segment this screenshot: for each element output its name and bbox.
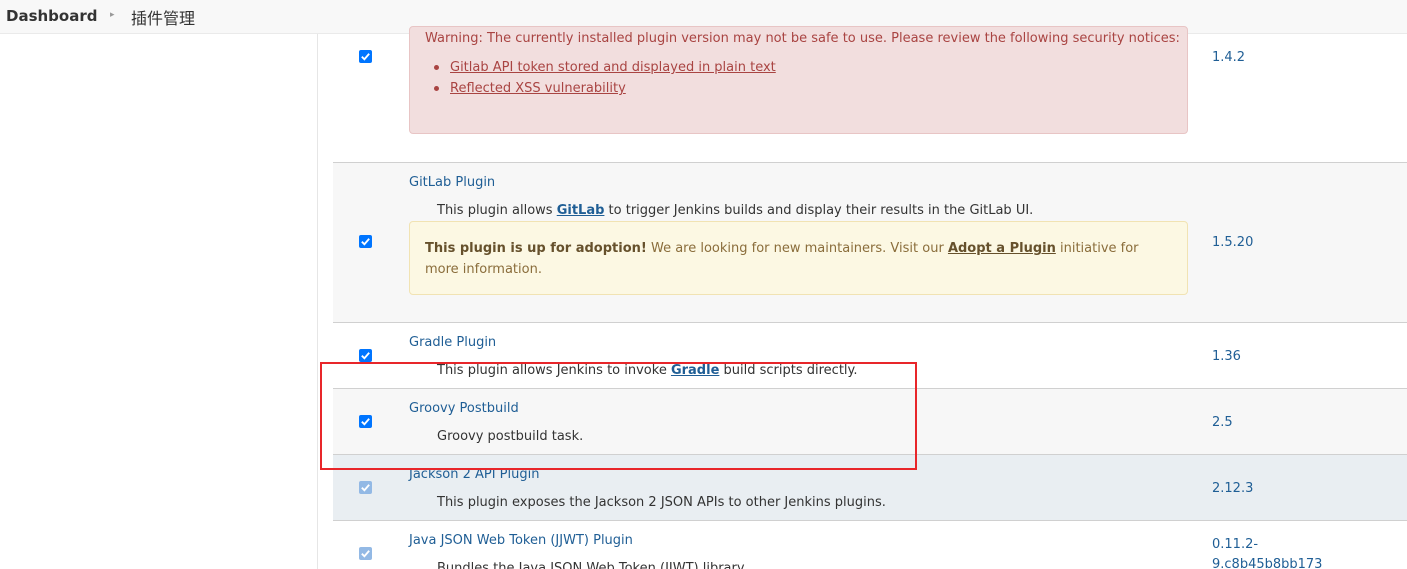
plugin-row: Warning: The currently installed plugin …: [333, 26, 1407, 163]
plugin-checkbox[interactable]: [359, 481, 372, 494]
plugin-description: Groovy postbuild task.: [437, 429, 584, 444]
breadcrumb-separator-icon: ▸: [110, 10, 115, 20]
breadcrumb-current-page: 插件管理: [131, 9, 196, 28]
adoption-alert: This plugin is up for adoption! We are l…: [409, 221, 1188, 295]
gitlab-link[interactable]: GitLab: [557, 203, 605, 218]
security-warning-alert: Warning: The currently installed plugin …: [409, 26, 1188, 134]
plugin-checkbox[interactable]: [359, 235, 372, 248]
list-item: Reflected XSS vulnerability: [434, 78, 776, 99]
security-notice-link[interactable]: Gitlab API token stored and displayed in…: [450, 60, 776, 75]
description-text: This plugin allows: [437, 203, 557, 218]
breadcrumb-dashboard-link[interactable]: Dashboard: [6, 7, 97, 25]
plugin-checkbox[interactable]: [359, 349, 372, 362]
security-notice-link[interactable]: Reflected XSS vulnerability: [450, 81, 626, 96]
plugin-description: This plugin allows Jenkins to invoke Gra…: [437, 363, 858, 378]
plugin-name-link[interactable]: Java JSON Web Token (JJWT) Plugin: [409, 533, 633, 548]
plugin-checkbox[interactable]: [359, 547, 372, 560]
plugin-version: 2.12.3: [1212, 481, 1254, 496]
plugin-description: This plugin exposes the Jackson 2 JSON A…: [437, 495, 886, 510]
plugin-name-link[interactable]: Jackson 2 API Plugin: [409, 467, 539, 482]
plugin-row: Gradle Plugin This plugin allows Jenkins…: [333, 322, 1407, 389]
plugin-checkbox[interactable]: [359, 50, 372, 63]
plugin-description: This plugin allows GitLab to trigger Jen…: [437, 203, 1033, 218]
plugin-name-link[interactable]: Gradle Plugin: [409, 335, 496, 350]
description-text: build scripts directly.: [719, 363, 858, 378]
plugin-name-link[interactable]: GitLab Plugin: [409, 175, 495, 190]
plugin-name-link[interactable]: Groovy Postbuild: [409, 401, 519, 416]
security-warning-message: Warning: The currently installed plugin …: [425, 31, 1180, 46]
plugin-version: 1.4.2: [1212, 50, 1246, 65]
plugin-row: GitLab Plugin This plugin allows GitLab …: [333, 162, 1407, 323]
adoption-title: This plugin is up for adoption!: [425, 241, 647, 256]
plugin-description: Bundles the Java JSON Web Token (JJWT) l…: [437, 561, 747, 569]
list-item: Gitlab API token stored and displayed in…: [434, 57, 776, 78]
plugin-version: 1.5.20: [1212, 235, 1254, 250]
description-text: to trigger Jenkins builds and display th…: [604, 203, 1034, 218]
adoption-text: We are looking for new maintainers. Visi…: [646, 241, 948, 256]
plugin-version: 2.5: [1212, 415, 1233, 430]
version-line: 9.c8b45b8bb173: [1212, 557, 1323, 569]
version-line: 0.11.2-: [1212, 537, 1259, 552]
sidebar-divider: [317, 34, 318, 569]
plugin-row: Java JSON Web Token (JJWT) Plugin Bundle…: [333, 520, 1407, 569]
plugin-version: 0.11.2- 9.c8b45b8bb173: [1212, 535, 1322, 569]
plugin-checkbox[interactable]: [359, 415, 372, 428]
plugin-version: 1.36: [1212, 349, 1241, 364]
adopt-a-plugin-link[interactable]: Adopt a Plugin: [948, 241, 1056, 256]
plugin-row: Jackson 2 API Plugin This plugin exposes…: [333, 454, 1407, 521]
plugin-row: Groovy Postbuild Groovy postbuild task. …: [333, 388, 1407, 455]
gradle-link[interactable]: Gradle: [671, 363, 719, 378]
description-text: This plugin allows Jenkins to invoke: [437, 363, 671, 378]
security-notices-list: Gitlab API token stored and displayed in…: [434, 57, 776, 99]
